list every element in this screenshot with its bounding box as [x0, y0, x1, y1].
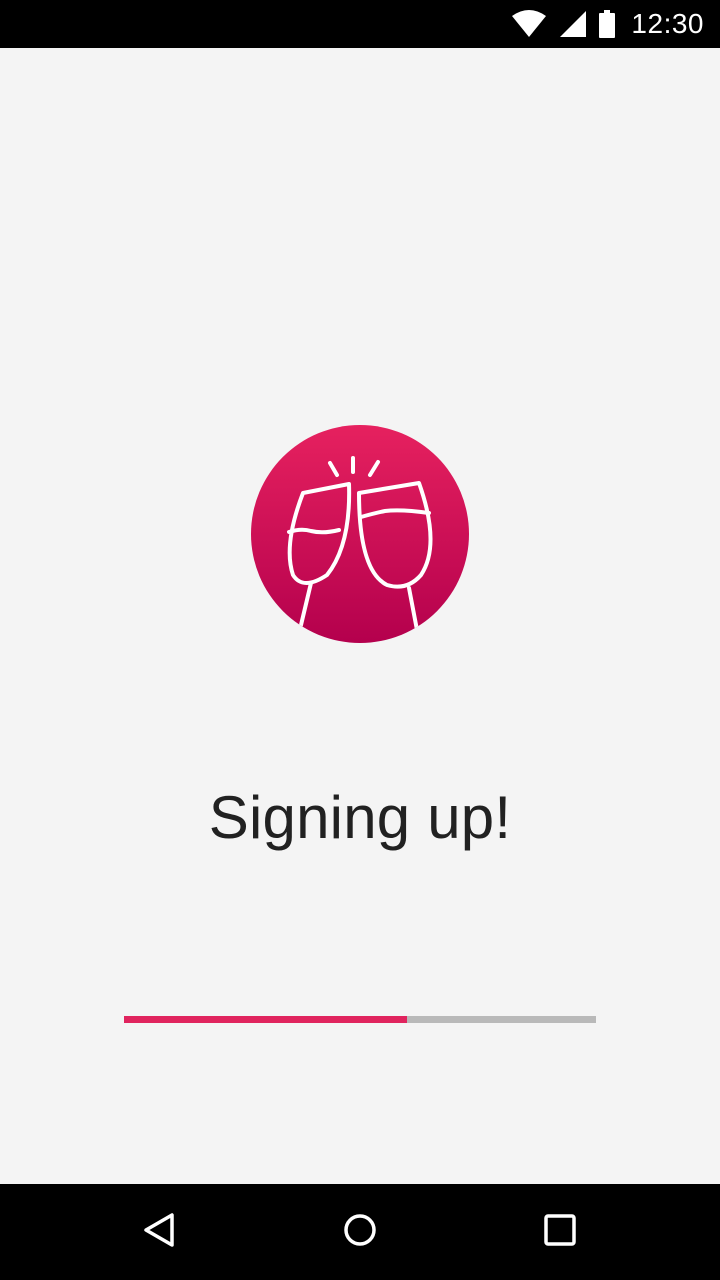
wifi-icon [511, 10, 547, 38]
home-icon [342, 1212, 378, 1253]
recents-button[interactable] [500, 1184, 620, 1280]
status-clock: 12:30 [631, 8, 704, 39]
champagne-toast-icon [251, 425, 469, 643]
navigation-bar [0, 1184, 720, 1280]
page-title: Signing up! [208, 784, 512, 851]
signup-progress-bar [124, 1016, 596, 1023]
signup-progress-view: Signing up! [0, 48, 720, 1184]
progress-bar-fill [124, 1016, 408, 1023]
home-button[interactable] [300, 1184, 420, 1280]
recents-icon [542, 1212, 578, 1253]
back-icon [142, 1212, 178, 1253]
battery-icon [599, 10, 616, 38]
cell-signal-icon [559, 10, 587, 38]
screen: 12:30 Signing up! [0, 0, 720, 1280]
status-bar: 12:30 [0, 0, 720, 48]
back-button[interactable] [100, 1184, 220, 1280]
